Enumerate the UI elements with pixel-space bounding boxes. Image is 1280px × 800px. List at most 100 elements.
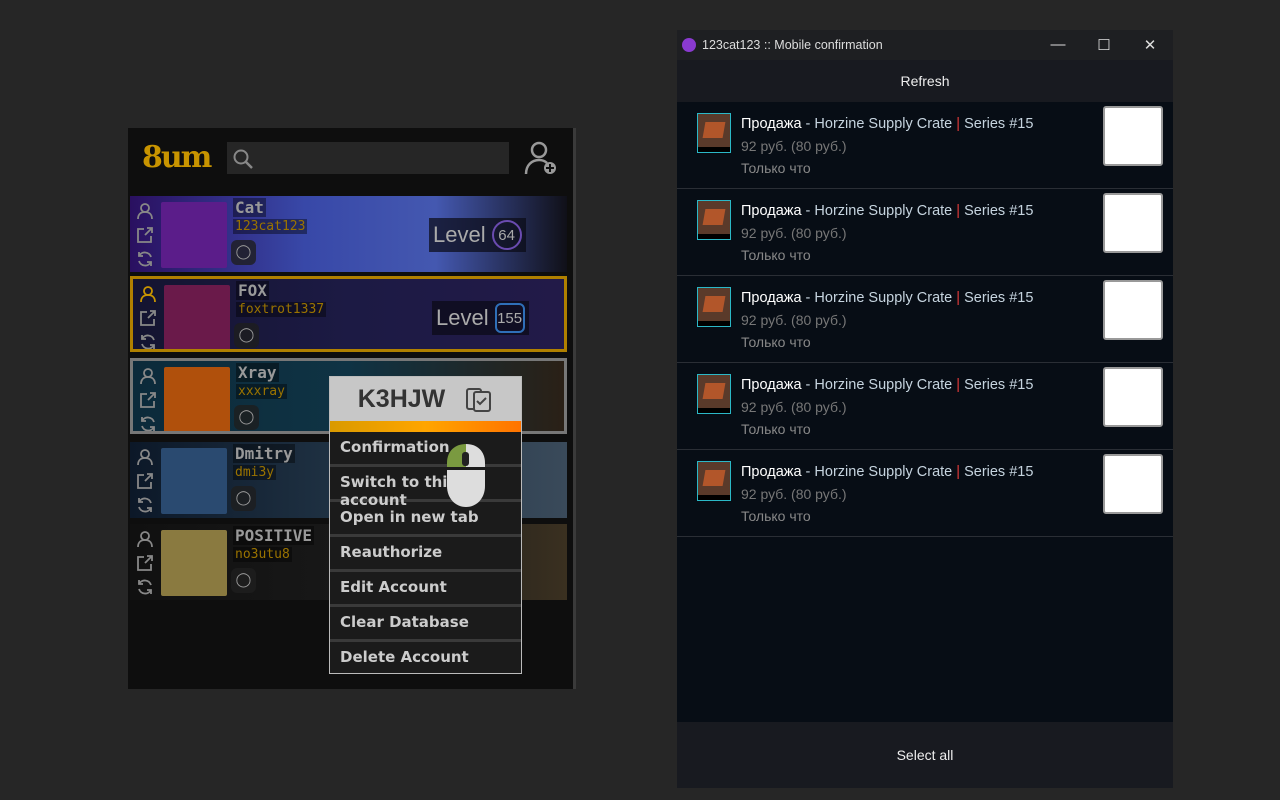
confirmation-item[interactable]: Продажа - Horzine Supply Crate | Series … (677, 276, 1173, 363)
confirmation-item[interactable]: Продажа - Horzine Supply Crate | Series … (677, 450, 1173, 537)
account-login: foxtrot1337 (236, 302, 327, 317)
link-icon[interactable]: ◯ (234, 405, 259, 430)
refresh-icon[interactable] (139, 415, 157, 433)
minimize-icon[interactable]: — (1035, 36, 1081, 54)
menu-item[interactable]: Open in new tab (330, 502, 521, 537)
item-name: Horzine Supply Crate (814, 290, 953, 306)
item-time: Только что (741, 421, 811, 437)
select-checkbox[interactable] (1103, 280, 1163, 340)
select-checkbox[interactable] (1103, 106, 1163, 166)
menu-item[interactable]: Switch to this account (330, 467, 521, 509)
link-icon[interactable]: ◯ (231, 240, 256, 265)
item-price: 92 руб. (80 руб.) (741, 399, 847, 415)
item-thumbnail (697, 287, 731, 327)
menu-item[interactable]: Edit Account (330, 572, 521, 607)
item-name: Horzine Supply Crate (814, 464, 953, 480)
account-actions (136, 202, 156, 268)
profile-icon[interactable] (139, 367, 157, 385)
confirmation-item[interactable]: Продажа - Horzine Supply Crate | Series … (677, 363, 1173, 450)
separator: | (952, 377, 965, 393)
menu-item[interactable]: Clear Database (330, 607, 521, 642)
profile-icon[interactable] (136, 530, 154, 548)
copy-icon[interactable] (465, 385, 493, 413)
account-name: Dmitry (233, 444, 295, 463)
menu-item[interactable]: Reauthorize (330, 537, 521, 572)
select-checkbox[interactable] (1103, 193, 1163, 253)
item-thumbnail (697, 461, 731, 501)
sam-logo: 8um (142, 140, 212, 175)
refresh-icon[interactable] (139, 333, 157, 351)
avatar (161, 202, 227, 268)
profile-icon[interactable] (136, 448, 154, 466)
close-icon[interactable]: ✕ (1127, 36, 1173, 54)
search-input[interactable] (227, 142, 509, 174)
external-link-icon[interactable] (136, 226, 154, 244)
external-link-icon[interactable] (136, 472, 154, 490)
item-name: Horzine Supply Crate (814, 377, 953, 393)
level-badge: Level 155 (432, 301, 529, 335)
select-all-button[interactable]: Select all (677, 722, 1173, 788)
avatar (164, 285, 230, 349)
select-checkbox[interactable] (1103, 454, 1163, 514)
refresh-button[interactable]: Refresh (677, 60, 1173, 102)
code-timer-bar (330, 421, 521, 432)
external-link-icon[interactable] (139, 391, 157, 409)
profile-icon[interactable] (139, 285, 157, 303)
link-icon[interactable]: ◯ (231, 568, 256, 593)
account-row[interactable]: Cat 123cat123 ◯ Level 64 (130, 196, 567, 272)
external-link-icon[interactable] (139, 309, 157, 327)
link-icon[interactable]: ◯ (234, 323, 259, 348)
account-login: 123cat123 (233, 219, 308, 234)
confirmation-item[interactable]: Продажа - Horzine Supply Crate | Series … (677, 189, 1173, 276)
add-account-icon[interactable] (524, 140, 558, 176)
item-title: Продажа - Horzine Supply Crate | Series … (741, 203, 1033, 219)
confirmation-type: Продажа (741, 464, 802, 480)
account-actions (139, 285, 159, 351)
item-price: 92 руб. (80 руб.) (741, 486, 847, 502)
guard-code-text: K3HJW (357, 384, 446, 413)
level-label: Level (436, 305, 489, 330)
separator: - (801, 116, 815, 132)
account-name: FOX (236, 281, 269, 300)
item-price: 92 руб. (80 руб.) (741, 138, 847, 154)
account-name: Cat (233, 198, 266, 217)
account-actions (136, 530, 156, 596)
level-value: 155 (494, 303, 525, 333)
maximize-icon[interactable]: ☐ (1081, 36, 1127, 54)
item-title: Продажа - Horzine Supply Crate | Series … (741, 116, 1033, 132)
level-badge: Level 64 (429, 218, 526, 252)
item-time: Только что (741, 247, 811, 263)
confirmation-type: Продажа (741, 377, 802, 393)
refresh-icon[interactable] (136, 496, 154, 514)
item-title: Продажа - Horzine Supply Crate | Series … (741, 377, 1033, 393)
avatar (161, 530, 227, 596)
account-login: xxxray (236, 384, 287, 399)
steam-guard-code[interactable]: K3HJW (330, 377, 521, 421)
refresh-icon[interactable] (136, 250, 154, 268)
confirmation-type: Продажа (741, 116, 802, 132)
item-series: Series #15 (964, 377, 1034, 393)
link-icon[interactable]: ◯ (231, 486, 256, 511)
select-checkbox[interactable] (1103, 367, 1163, 427)
level-label: Level (433, 222, 486, 247)
separator: | (952, 116, 965, 132)
avatar (164, 367, 230, 431)
menu-item[interactable]: Delete Account (330, 642, 521, 677)
confirmation-type: Продажа (741, 290, 802, 306)
item-thumbnail (697, 200, 731, 240)
account-row[interactable]: FOX foxtrot1337 ◯ Level 155 (130, 276, 567, 352)
item-series: Series #15 (964, 290, 1034, 306)
separator: | (952, 203, 965, 219)
item-time: Только что (741, 508, 811, 524)
external-link-icon[interactable] (136, 554, 154, 572)
confirmation-item[interactable]: Продажа - Horzine Supply Crate | Series … (677, 102, 1173, 189)
refresh-icon[interactable] (136, 578, 154, 596)
item-time: Только что (741, 160, 811, 176)
item-series: Series #15 (964, 203, 1034, 219)
item-price: 92 руб. (80 руб.) (741, 312, 847, 328)
profile-icon[interactable] (136, 202, 154, 220)
item-price: 92 руб. (80 руб.) (741, 225, 847, 241)
menu-item[interactable]: Confirmation (330, 432, 521, 467)
item-time: Только что (741, 334, 811, 350)
separator: - (801, 203, 815, 219)
